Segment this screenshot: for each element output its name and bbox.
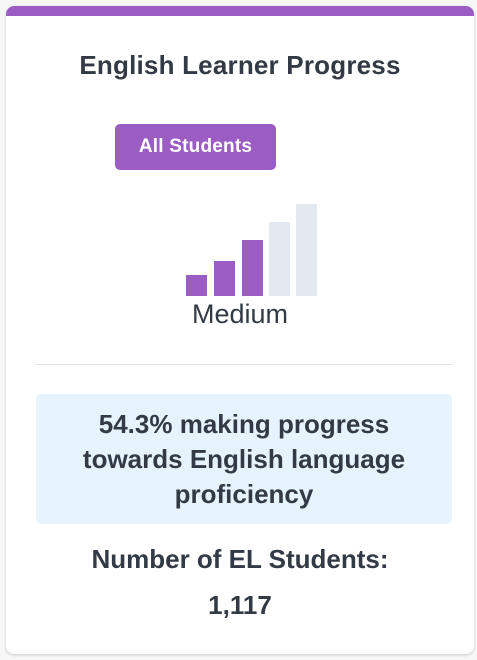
card-title: English Learner Progress	[79, 50, 401, 80]
card-accent-bar	[6, 6, 474, 16]
level-bar-1	[186, 275, 207, 296]
level-bar-5	[296, 204, 317, 296]
level-bar-2	[214, 261, 235, 296]
student-group-badge: All Students	[115, 124, 276, 170]
progress-summary-box: 54.3% making progress towards English la…	[36, 394, 452, 524]
progress-summary-text: 54.3% making progress towards English la…	[82, 408, 406, 509]
performance-level-bars-icon	[178, 200, 318, 296]
page: English Learner Progress All Students Me…	[0, 0, 477, 660]
performance-level-label: Medium	[191, 299, 289, 329]
divider	[36, 364, 452, 365]
level-bar-3	[242, 240, 263, 296]
el-students-count-value: 1,117	[208, 590, 272, 620]
el-progress-card: English Learner Progress All Students Me…	[6, 6, 474, 654]
level-bar-4	[269, 222, 290, 296]
el-students-count-label: Number of EL Students:	[91, 544, 389, 574]
